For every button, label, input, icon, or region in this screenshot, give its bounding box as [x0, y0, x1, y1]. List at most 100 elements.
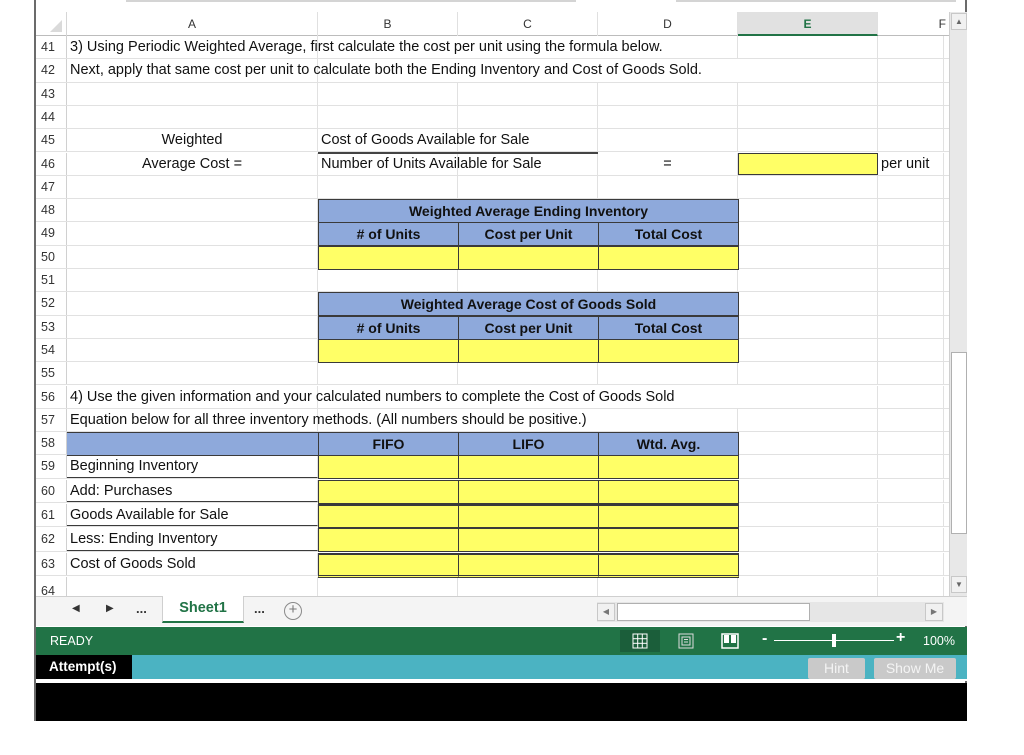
- cell-b46[interactable]: Number of Units Available for Sale: [318, 152, 542, 175]
- scroll-left-icon[interactable]: ◀: [597, 603, 615, 621]
- methods-row-label[interactable]: Cost of Goods Sold: [67, 552, 318, 575]
- zoom-level[interactable]: 100%: [923, 634, 955, 648]
- cell-a45[interactable]: Weighted: [67, 129, 318, 152]
- ending-inventory-header-units: # of Units: [318, 222, 459, 247]
- row-number[interactable]: 56: [36, 385, 67, 408]
- lifo-ending-inventory-input[interactable]: [458, 528, 599, 553]
- row-number[interactable]: 49: [36, 222, 67, 245]
- more-sheets-left[interactable]: ...: [136, 601, 147, 616]
- fifo-purchases-input[interactable]: [318, 479, 459, 504]
- hint-button[interactable]: Hint: [808, 658, 865, 679]
- row-number[interactable]: 59: [36, 455, 67, 478]
- wtd-avg-beginning-inventory-input[interactable]: [598, 455, 739, 480]
- zoom-slider-thumb[interactable]: [832, 634, 836, 647]
- cell-a46[interactable]: Average Cost =: [67, 152, 318, 175]
- row-number[interactable]: 43: [36, 82, 67, 105]
- page-break-view-button[interactable]: [710, 630, 750, 652]
- row-number[interactable]: 58: [36, 432, 67, 455]
- cell-b45[interactable]: Cost of Goods Available for Sale: [318, 129, 530, 152]
- cell-f46[interactable]: per unit: [878, 152, 944, 175]
- cogs-cost-input[interactable]: [458, 338, 599, 363]
- zoom-out-button[interactable]: -: [762, 630, 767, 648]
- row-number[interactable]: 41: [36, 36, 67, 59]
- row-number[interactable]: 60: [36, 479, 67, 502]
- row-number[interactable]: 46: [36, 152, 67, 175]
- ending-inventory-header-cost: Cost per Unit: [458, 222, 599, 247]
- lifo-purchases-input[interactable]: [458, 479, 599, 504]
- methods-row: 59 Beginning Inventory: [36, 455, 952, 480]
- row-45: 45 Weighted Cost of Goods Available for …: [36, 129, 952, 153]
- lifo-goods-available-input[interactable]: [458, 504, 599, 528]
- methods-row-label[interactable]: Add: Purchases: [67, 479, 318, 502]
- attempts-label: Attempt(s): [36, 655, 132, 679]
- add-sheet-icon[interactable]: +: [284, 602, 302, 620]
- cogs-total-input[interactable]: [598, 338, 739, 363]
- row-41: 41 3) Using Periodic Weighted Average, f…: [36, 36, 952, 60]
- select-all-corner[interactable]: [36, 12, 67, 36]
- row-number[interactable]: 47: [36, 175, 67, 199]
- row-number[interactable]: 48: [36, 199, 67, 222]
- row-number[interactable]: 57: [36, 408, 67, 432]
- ending-inventory-cost-input[interactable]: [458, 245, 599, 270]
- cell-d46[interactable]: =: [598, 152, 738, 175]
- methods-row-label[interactable]: Less: Ending Inventory: [67, 528, 318, 551]
- row-number[interactable]: 64: [36, 577, 67, 596]
- row-number[interactable]: 62: [36, 528, 67, 551]
- wtd-avg-purchases-input[interactable]: [598, 479, 739, 504]
- instruction-text: 4) Use the given information and your ca…: [70, 388, 675, 405]
- row-number[interactable]: 54: [36, 338, 67, 362]
- fifo-cogs-input[interactable]: [318, 552, 459, 578]
- lifo-beginning-inventory-input[interactable]: [458, 455, 599, 480]
- cell-a57[interactable]: Equation below for all three inventory m…: [67, 408, 587, 432]
- row-number[interactable]: 42: [36, 59, 67, 82]
- row-number[interactable]: 50: [36, 245, 67, 268]
- scroll-right-icon[interactable]: ▶: [925, 603, 943, 621]
- scroll-down-icon[interactable]: ▼: [951, 576, 967, 593]
- methods-row-label[interactable]: Beginning Inventory: [67, 455, 318, 478]
- row-52: 52 Weighted Average Cost of Goods Sold: [36, 292, 952, 317]
- more-sheets-right[interactable]: ...: [254, 601, 265, 616]
- methods-row-label[interactable]: Goods Available for Sale: [67, 504, 318, 527]
- row-number[interactable]: 45: [36, 129, 67, 152]
- column-header-f[interactable]: F: [878, 12, 950, 36]
- wtd-avg-goods-available-input[interactable]: [598, 504, 739, 528]
- row-55: 55: [36, 362, 952, 386]
- fifo-beginning-inventory-input[interactable]: [318, 455, 459, 480]
- horizontal-scrollbar[interactable]: ◀ ▶: [597, 602, 944, 622]
- next-sheet-icon[interactable]: ▶: [106, 603, 114, 614]
- row-number[interactable]: 52: [36, 292, 67, 315]
- row-number[interactable]: 61: [36, 504, 67, 527]
- previous-sheet-icon[interactable]: ◀: [72, 603, 80, 614]
- page-layout-view-button[interactable]: [666, 630, 706, 652]
- sheet-tab-sheet1[interactable]: Sheet1: [162, 596, 244, 623]
- column-header-d[interactable]: D: [598, 12, 738, 36]
- ending-inventory-units-input[interactable]: [318, 245, 459, 270]
- fifo-ending-inventory-input[interactable]: [318, 528, 459, 553]
- row-number[interactable]: 44: [36, 105, 67, 129]
- zoom-in-button[interactable]: +: [896, 629, 905, 647]
- cogs-units-input[interactable]: [318, 338, 459, 363]
- column-header-a[interactable]: A: [67, 12, 318, 36]
- scroll-up-icon[interactable]: ▲: [951, 13, 967, 30]
- cell-a56[interactable]: 4) Use the given information and your ca…: [67, 385, 675, 408]
- weighted-average-cost-input[interactable]: [738, 152, 878, 175]
- row-number[interactable]: 55: [36, 362, 67, 385]
- normal-view-button[interactable]: [620, 630, 660, 652]
- wtd-avg-cogs-input[interactable]: [598, 552, 739, 578]
- wtd-avg-ending-inventory-input[interactable]: [598, 528, 739, 553]
- fifo-goods-available-input[interactable]: [318, 504, 459, 528]
- row-number[interactable]: 63: [36, 552, 67, 575]
- column-header-b[interactable]: B: [318, 12, 458, 36]
- show-me-button[interactable]: Show Me: [874, 658, 956, 679]
- cell-a41[interactable]: 3) Using Periodic Weighted Average, firs…: [67, 36, 663, 59]
- column-header-c[interactable]: C: [458, 12, 598, 36]
- cell-a42[interactable]: Next, apply that same cost per unit to c…: [67, 59, 702, 82]
- row-number[interactable]: 51: [36, 269, 67, 292]
- vertical-scroll-thumb[interactable]: [951, 352, 967, 534]
- horizontal-scroll-thumb[interactable]: [617, 603, 810, 621]
- row-number[interactable]: 53: [36, 315, 67, 338]
- lifo-cogs-input[interactable]: [458, 552, 599, 578]
- vertical-scrollbar[interactable]: ▲ ▼: [949, 12, 967, 596]
- column-header-e[interactable]: E: [738, 12, 878, 36]
- ending-inventory-total-input[interactable]: [598, 245, 739, 270]
